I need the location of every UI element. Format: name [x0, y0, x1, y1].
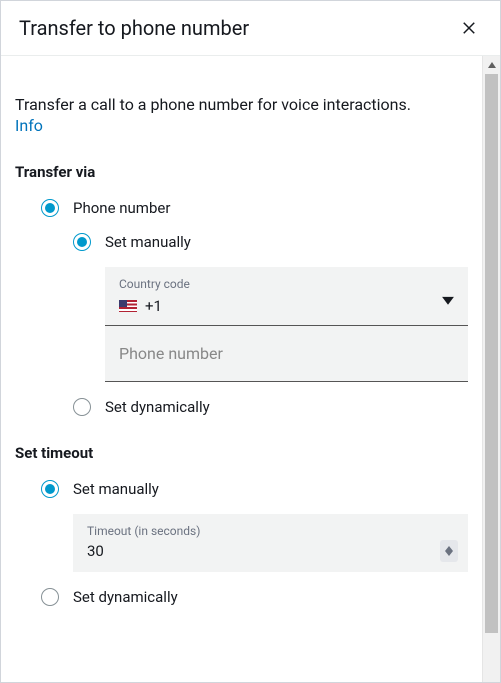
- country-code-value: +1: [145, 297, 162, 315]
- timeout-field-block: Timeout (in seconds) 30: [73, 514, 468, 572]
- phone-number-input[interactable]: Phone number: [105, 326, 468, 382]
- radio-label: Set dynamically: [73, 588, 178, 606]
- radio-set-dynamically-phone[interactable]: Set dynamically: [73, 398, 468, 416]
- panel-body: Transfer a call to a phone number for vo…: [1, 56, 482, 682]
- scrollbar-up-button[interactable]: [483, 56, 500, 74]
- country-code-select[interactable]: Country code +1: [105, 267, 468, 326]
- chevron-down-icon: [445, 551, 453, 556]
- country-code-label: Country code: [119, 277, 454, 291]
- radio-icon: [41, 480, 59, 498]
- scrollbar-track[interactable]: [483, 74, 500, 682]
- phone-number-subgroup: Set manually Country code +1: [41, 233, 468, 416]
- info-link[interactable]: Info: [15, 116, 43, 135]
- radio-icon: [41, 199, 59, 217]
- panel-header: Transfer to phone number: [1, 1, 500, 56]
- radio-label: Set manually: [105, 233, 191, 251]
- scrollbar-thumb[interactable]: [485, 74, 498, 633]
- radio-icon: [41, 588, 59, 606]
- chevron-down-icon: [442, 293, 454, 309]
- panel-title: Transfer to phone number: [19, 16, 249, 40]
- close-button[interactable]: [456, 15, 482, 41]
- radio-label: Set manually: [73, 480, 159, 498]
- transfer-via-group: Phone number Set manually Country code +…: [15, 199, 468, 416]
- timeout-value: 30: [87, 542, 454, 560]
- us-flag-icon: [119, 300, 137, 312]
- timeout-group: Set manually Timeout (in seconds) 30 Se: [15, 480, 468, 606]
- radio-set-manually-phone[interactable]: Set manually: [73, 233, 468, 251]
- radio-icon: [73, 398, 91, 416]
- scrollbar[interactable]: [482, 56, 500, 682]
- radio-icon: [73, 233, 91, 251]
- transfer-via-heading: Transfer via: [15, 163, 468, 181]
- transfer-panel: Transfer to phone number Transfer a call…: [0, 0, 501, 683]
- radio-label: Set dynamically: [105, 398, 210, 416]
- radio-label: Phone number: [73, 199, 170, 217]
- phone-number-placeholder: Phone number: [119, 344, 223, 363]
- radio-set-manually-timeout[interactable]: Set manually: [41, 480, 468, 498]
- country-code-value-row: +1: [119, 297, 454, 315]
- chevron-up-icon: [487, 60, 497, 70]
- timeout-input[interactable]: Timeout (in seconds) 30: [73, 514, 468, 572]
- timeout-stepper[interactable]: [440, 540, 458, 562]
- radio-set-dynamically-timeout[interactable]: Set dynamically: [41, 588, 468, 606]
- set-timeout-heading: Set timeout: [15, 444, 468, 462]
- radio-phone-number[interactable]: Phone number: [41, 199, 468, 217]
- panel-body-wrapper: Transfer a call to a phone number for vo…: [1, 56, 500, 682]
- close-icon: [460, 19, 478, 37]
- timeout-label: Timeout (in seconds): [87, 524, 454, 538]
- phone-fields: Country code +1 Phone number: [105, 267, 468, 382]
- panel-description: Transfer a call to a phone number for vo…: [15, 94, 468, 116]
